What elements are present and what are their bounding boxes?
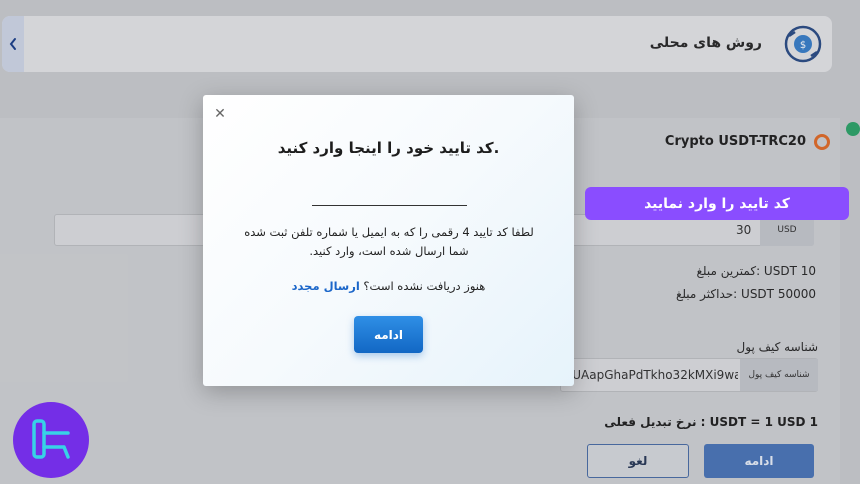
resend-row: هنوز دریافت نشده است؟ ارسال مجدد <box>203 279 574 293</box>
close-icon[interactable]: ✕ <box>213 107 227 121</box>
modal-title: کد تایید خود را اینجا وارد کنید. <box>277 139 500 157</box>
modal-description: لطفا کد تایید 4 رقمی را که به ایمیل یا ش… <box>244 225 534 258</box>
verification-modal: ✕ کد تایید خود را اینجا وارد کنید. لطفا … <box>203 95 574 386</box>
enter-code-tooltip: کد تایید را وارد نمایید <box>585 187 849 220</box>
verification-code-input[interactable] <box>312 205 467 206</box>
resend-link[interactable]: ارسال مجدد <box>292 279 360 293</box>
resend-prompt: هنوز دریافت نشده است؟ <box>363 279 486 293</box>
modal-continue-button[interactable]: ادامه <box>354 316 423 353</box>
